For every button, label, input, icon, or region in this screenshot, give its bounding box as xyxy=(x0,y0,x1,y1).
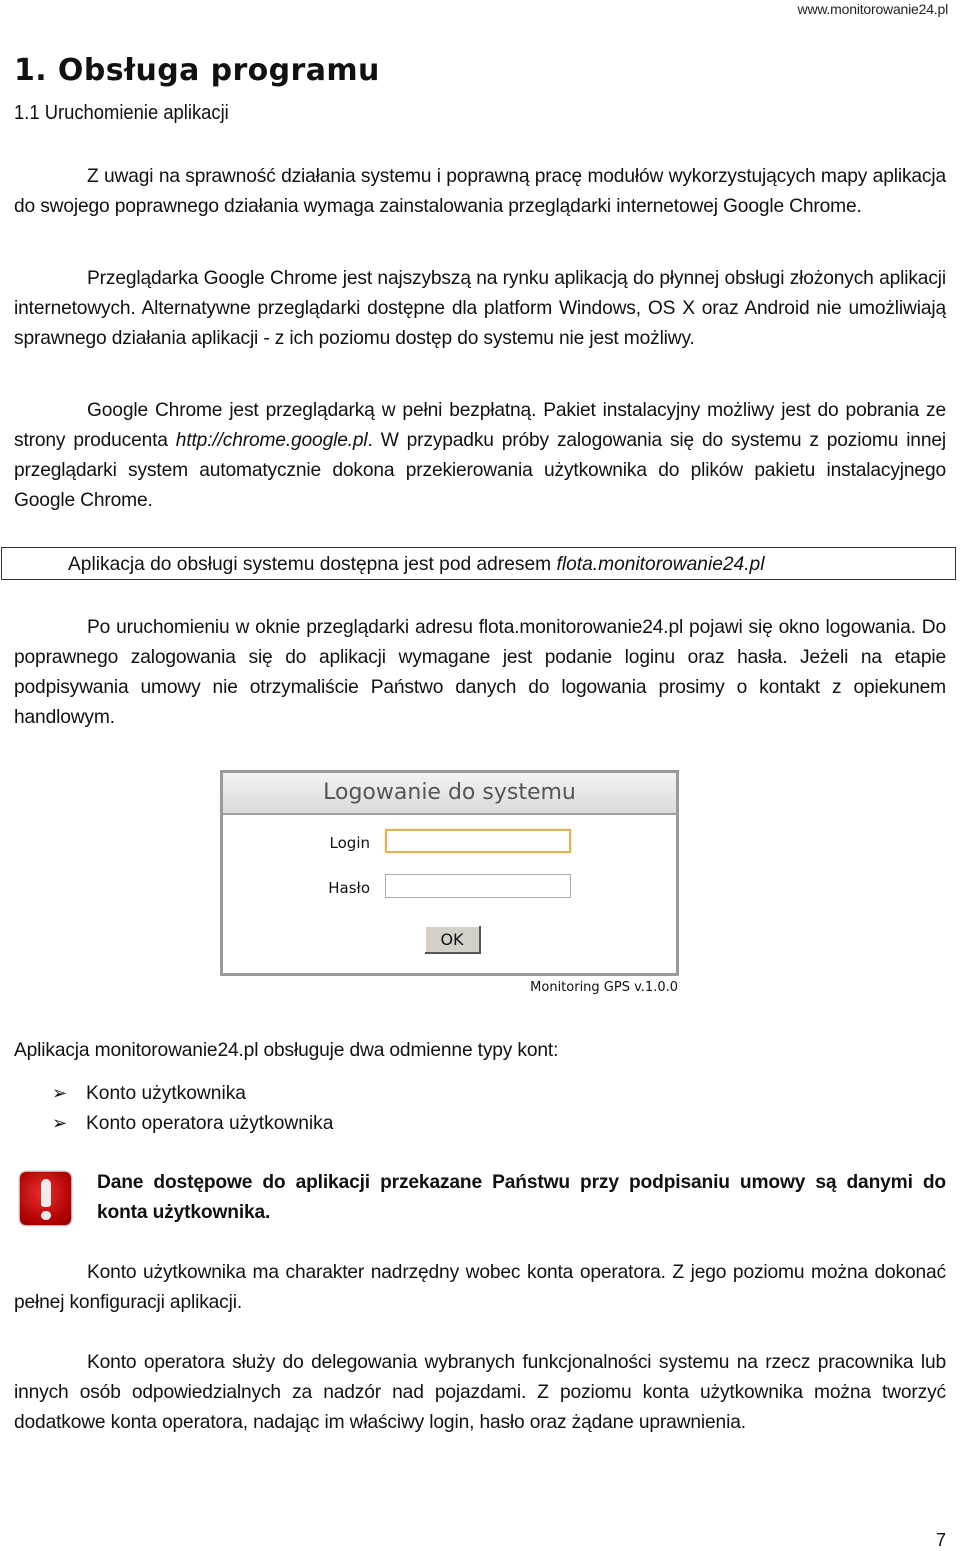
paragraph-chrome-speed: Przeglądarka Google Chrome jest najszybs… xyxy=(14,264,946,354)
warning-text: Dane dostępowe do aplikacji przekazane P… xyxy=(97,1172,946,1223)
login-input[interactable] xyxy=(385,829,571,853)
paragraph-text: Z uwagi na sprawność działania systemu i… xyxy=(14,166,946,217)
app-address-link[interactable]: flota.monitorowanie24.pl xyxy=(557,554,765,575)
paragraph-account-types: Aplikacja monitorowanie24.pl obsługuje d… xyxy=(14,1040,559,1061)
paragraph-operator-account: Konto operatora służy do delegowania wyb… xyxy=(14,1348,946,1438)
list-item: ➢ Konto operatora użytkownika xyxy=(52,1108,333,1139)
version-label: Monitoring GPS v.1.0.0 xyxy=(530,980,678,995)
paragraph-text: Po uruchomieniu w oknie przeglądarki adr… xyxy=(14,617,946,728)
exclamation-bar xyxy=(41,1179,51,1207)
paragraph-text: Konto operatora służy do delegowania wyb… xyxy=(14,1352,946,1433)
paragraph-chrome-download: Google Chrome jest przeglądarką w pełni … xyxy=(14,396,946,516)
login-label: Login xyxy=(329,834,370,852)
login-dialog-title: Logowanie do systemu xyxy=(223,773,676,815)
login-row: Login xyxy=(223,829,676,857)
paragraph-text: Konto użytkownika ma charakter nadrzędny… xyxy=(14,1262,946,1313)
exclamation-icon xyxy=(20,1172,71,1225)
paragraph-user-account: Konto użytkownika ma charakter nadrzędny… xyxy=(14,1258,946,1318)
arrow-bullet-icon: ➢ xyxy=(52,1113,68,1133)
list-item-label: Konto użytkownika xyxy=(86,1083,246,1104)
page-number: 7 xyxy=(935,1530,946,1550)
exclamation-dot xyxy=(41,1211,51,1220)
chrome-link[interactable]: http://chrome.google.pl xyxy=(176,430,368,451)
ok-button[interactable]: OK xyxy=(425,926,481,954)
login-dialog-screenshot: Logowanie do systemu Login Hasło OK Moni… xyxy=(220,770,682,1000)
site-url: www.monitorowanie24.pl xyxy=(797,1,949,17)
app-address-box: Aplikacja do obsługi systemu dostępna je… xyxy=(1,547,956,580)
app-address-text: Aplikacja do obsługi systemu dostępna je… xyxy=(68,554,557,575)
paragraph-chrome-requirement: Z uwagi na sprawność działania systemu i… xyxy=(14,162,946,222)
paragraph-text: Przeglądarka Google Chrome jest najszybs… xyxy=(14,268,946,349)
login-dialog: Logowanie do systemu Login Hasło OK xyxy=(220,770,679,976)
arrow-bullet-icon: ➢ xyxy=(52,1083,68,1103)
page-title: 1. Obsługa programu xyxy=(14,53,380,88)
list-item-label: Konto operatora użytkownika xyxy=(86,1113,334,1134)
section-title: 1.1 Uruchomienie aplikacji xyxy=(14,102,229,124)
password-row: Hasło xyxy=(223,874,676,902)
password-label: Hasło xyxy=(328,879,370,897)
paragraph-login-info: Po uruchomieniu w oknie przeglądarki adr… xyxy=(14,613,946,733)
list-item: ➢ Konto użytkownika xyxy=(52,1078,246,1109)
password-input[interactable] xyxy=(385,874,571,898)
